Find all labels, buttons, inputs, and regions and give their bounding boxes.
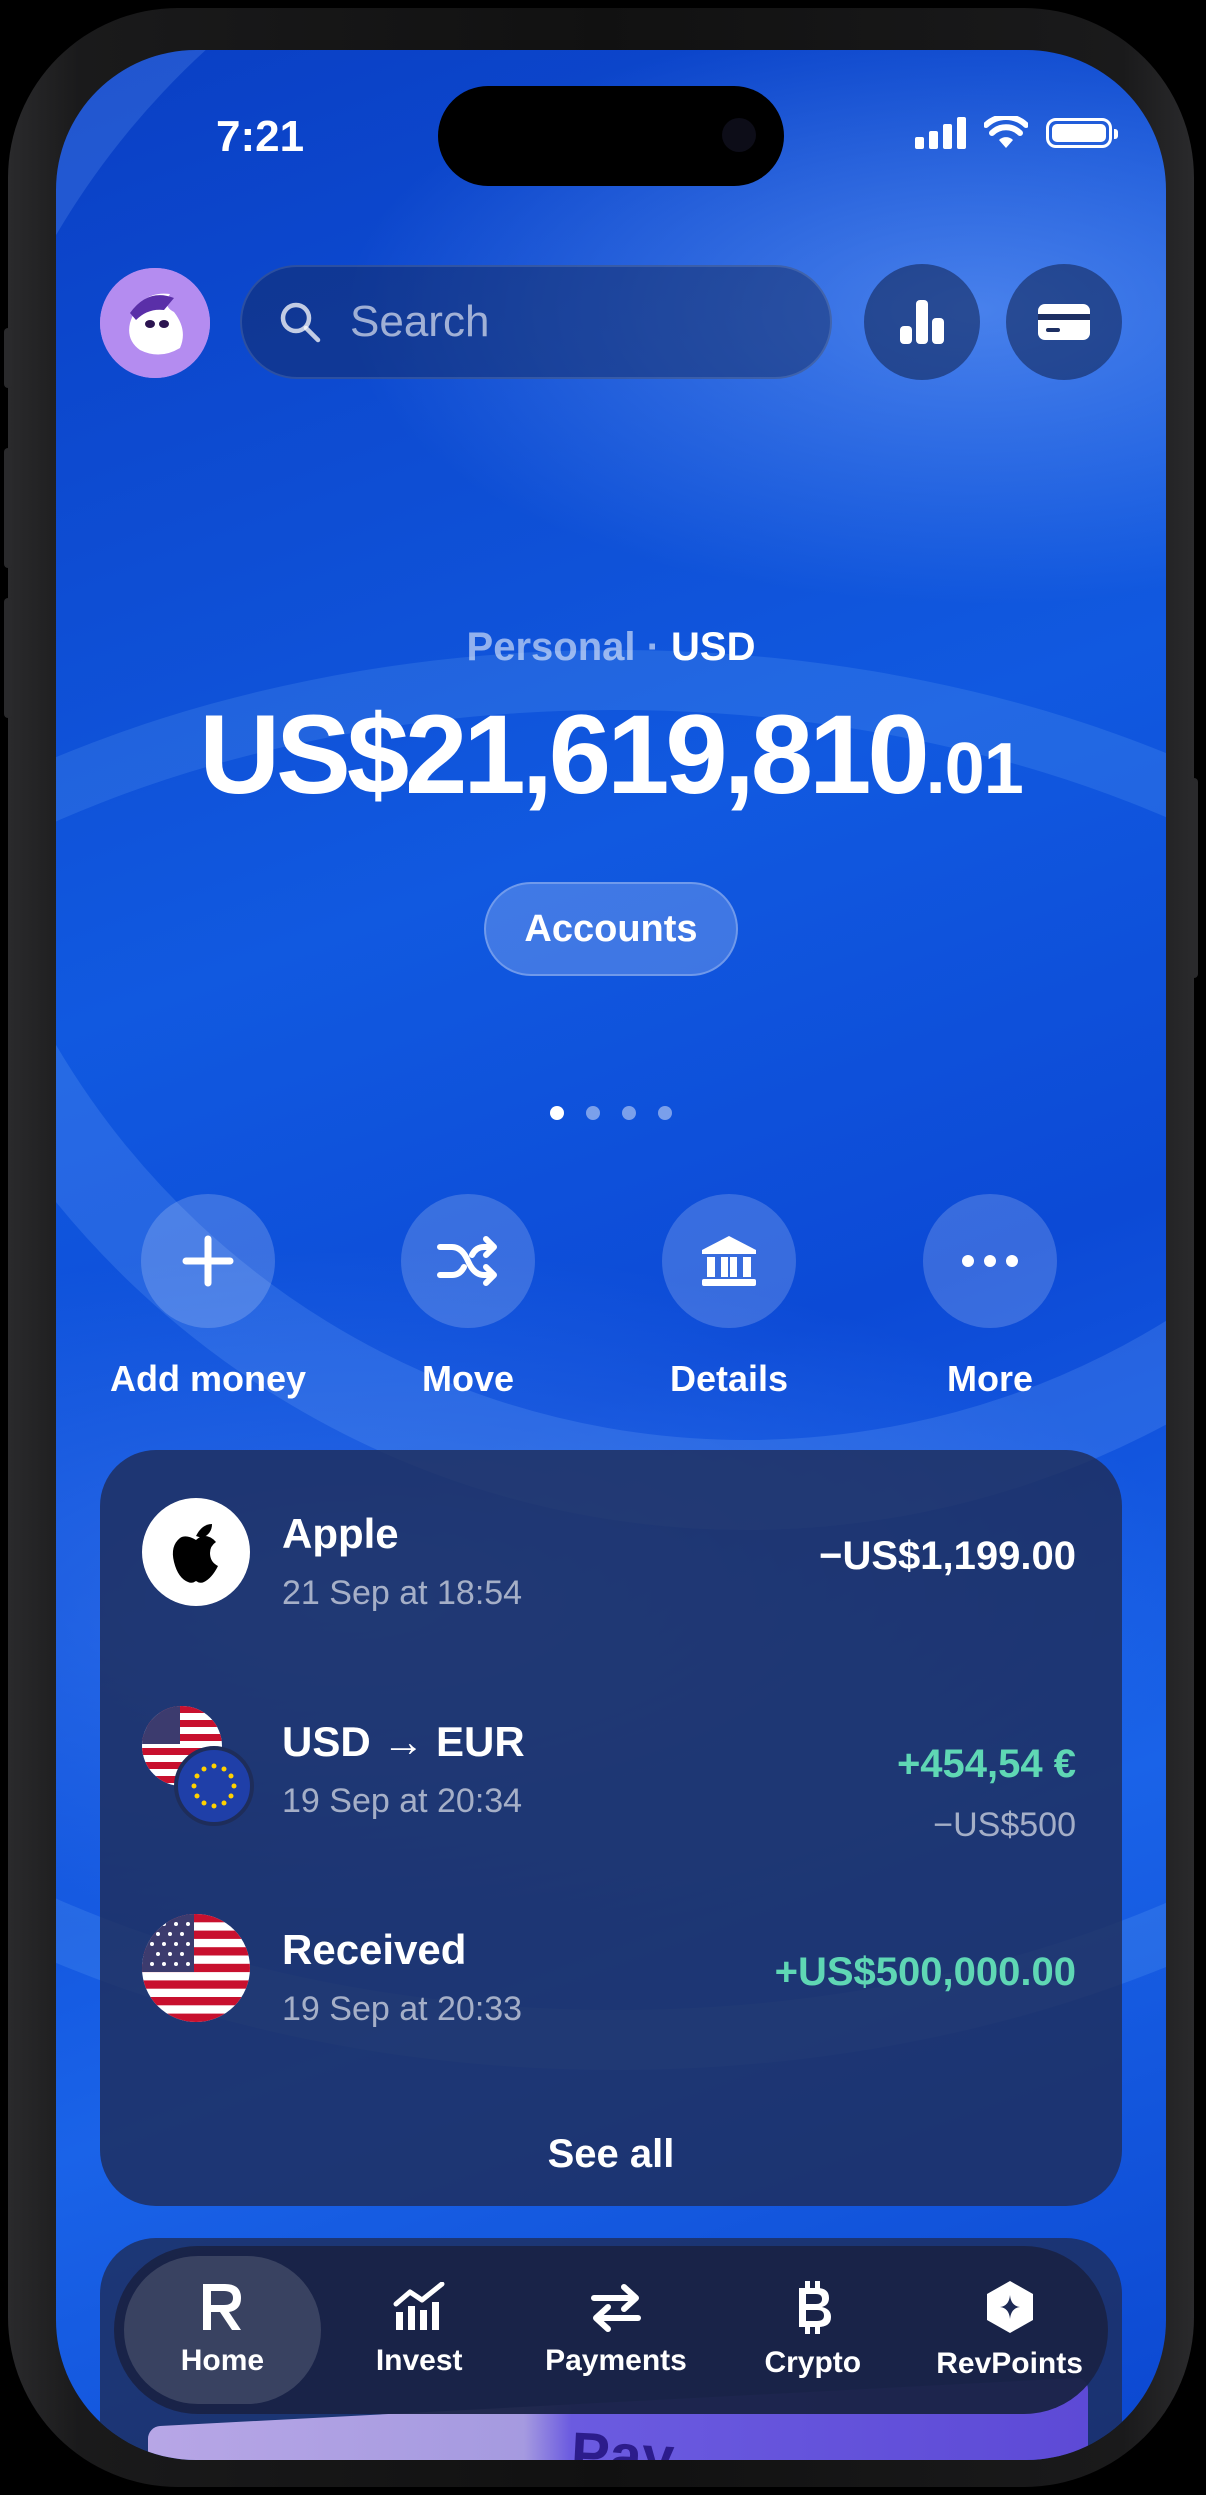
tab-invest[interactable]: Invest <box>321 2256 518 2404</box>
wifi-icon <box>984 116 1028 148</box>
transfer-arrows-icon <box>590 2284 641 2332</box>
transaction-date: 19 Sep at 20:33 <box>282 1990 523 2028</box>
tab-label: Invest <box>375 2344 463 2377</box>
card-icon <box>1038 304 1090 340</box>
action-label: Add money <box>109 1358 306 1399</box>
bottom-tab-bar: Home Invest Payments Crypto RevPoints <box>114 2246 1108 2414</box>
tab-revpoints[interactable]: RevPoints <box>911 2256 1108 2404</box>
transaction-date: 21 Sep at 18:54 <box>282 1574 523 1612</box>
see-all-link[interactable]: See all <box>100 2132 1122 2177</box>
account-caption: Personal · USD <box>56 625 1166 670</box>
accounts-button[interactable]: Accounts <box>484 882 738 976</box>
transaction-amount: +US$500,000.00 <box>774 1950 1076 1994</box>
bar-chart-icon <box>900 300 944 344</box>
balance-main: US$21,619,810 <box>199 692 929 817</box>
tab-label: RevPoints <box>936 2347 1083 2380</box>
action-circle[interactable] <box>141 1194 275 1328</box>
transaction-amount: +454,54 € <box>896 1742 1076 1786</box>
transaction-row[interactable]: Received 19 Sep at 20:33 +US$500,000.00 <box>100 1914 1122 2064</box>
bank-icon <box>702 1236 756 1286</box>
power-button <box>1190 778 1198 978</box>
action-circle[interactable] <box>923 1194 1057 1328</box>
exchange-flags-icon <box>142 1706 254 1826</box>
action-circle[interactable] <box>401 1194 535 1328</box>
cellular-signal-icon <box>915 117 966 149</box>
status-icons <box>915 116 1118 150</box>
transactions-card: Apple 21 Sep at 18:54 −US$1,199.00 USD →… <box>100 1450 1122 2206</box>
analytics-button[interactable] <box>864 264 980 380</box>
eu-flag-icon <box>174 1746 254 1826</box>
promo-text: Pay <box>569 2420 676 2460</box>
us-flag-icon <box>142 1914 250 2022</box>
add-money-button[interactable]: Add money <box>98 1194 318 1400</box>
search-placeholder: Search <box>350 297 490 346</box>
search-icon <box>280 302 321 343</box>
transaction-name: Received <box>282 1926 467 1973</box>
tab-crypto[interactable]: Crypto <box>714 2256 911 2404</box>
balance-amount: US$21,619,810.01 <box>56 690 1166 819</box>
plus-icon <box>182 1235 234 1287</box>
more-button[interactable]: More <box>880 1194 1100 1400</box>
balance-cents: .01 <box>925 729 1024 809</box>
details-button[interactable]: Details <box>619 1194 839 1400</box>
search-input[interactable]: Search <box>240 265 832 379</box>
dynamic-island <box>438 86 784 186</box>
shuffle-icon <box>437 1236 497 1286</box>
action-label: Details <box>669 1358 789 1399</box>
more-icon <box>962 1255 1018 1267</box>
revpoints-hexagon-icon <box>986 2281 1033 2333</box>
status-time: 7:21 <box>216 112 305 161</box>
page-dot[interactable] <box>658 1106 672 1120</box>
action-circle[interactable] <box>662 1194 796 1328</box>
volume-down-button <box>4 598 12 718</box>
action-label: More <box>946 1358 1033 1399</box>
carousel-indicator[interactable] <box>56 1106 1166 1120</box>
screen: 7:21 Search Personal · USD US$21,619,810… <box>56 50 1166 2460</box>
page-dot[interactable] <box>550 1106 564 1120</box>
transaction-sub-amount: −US$500 <box>933 1806 1076 1844</box>
tab-label: Crypto <box>764 2346 862 2379</box>
account-type: Personal · <box>466 625 672 669</box>
transaction-name: USD → EUR <box>282 1718 525 1765</box>
transaction-row[interactable]: USD → EUR 19 Sep at 20:34 +454,54 € −US$… <box>100 1706 1122 1856</box>
tab-label: Home <box>180 2344 265 2377</box>
action-button <box>4 328 12 388</box>
transaction-name: Apple <box>282 1510 399 1557</box>
transaction-date: 19 Sep at 20:34 <box>282 1782 523 1820</box>
cards-button[interactable] <box>1006 264 1122 380</box>
profile-avatar[interactable] <box>100 268 210 378</box>
account-currency: USD <box>671 625 756 669</box>
phone-frame: 7:21 Search Personal · USD US$21,619,810… <box>4 8 1198 2487</box>
bitcoin-icon <box>798 2281 831 2334</box>
tab-payments[interactable]: Payments <box>518 2256 715 2404</box>
revolut-r-icon <box>203 2284 242 2330</box>
transaction-amount: −US$1,199.00 <box>819 1534 1076 1578</box>
tab-label: Payments <box>545 2344 687 2377</box>
page-dot[interactable] <box>586 1106 600 1120</box>
chart-icon <box>393 2282 445 2330</box>
page-dot[interactable] <box>622 1106 636 1120</box>
transaction-row[interactable]: Apple 21 Sep at 18:54 −US$1,199.00 <box>100 1498 1122 1648</box>
action-label: Move <box>421 1358 515 1399</box>
tab-home[interactable]: Home <box>124 2256 321 2404</box>
battery-icon <box>1046 118 1118 148</box>
volume-up-button <box>4 448 12 568</box>
move-button[interactable]: Move <box>358 1194 578 1400</box>
apple-logo-icon <box>142 1498 250 1606</box>
avatar-illustration-icon <box>100 268 210 378</box>
